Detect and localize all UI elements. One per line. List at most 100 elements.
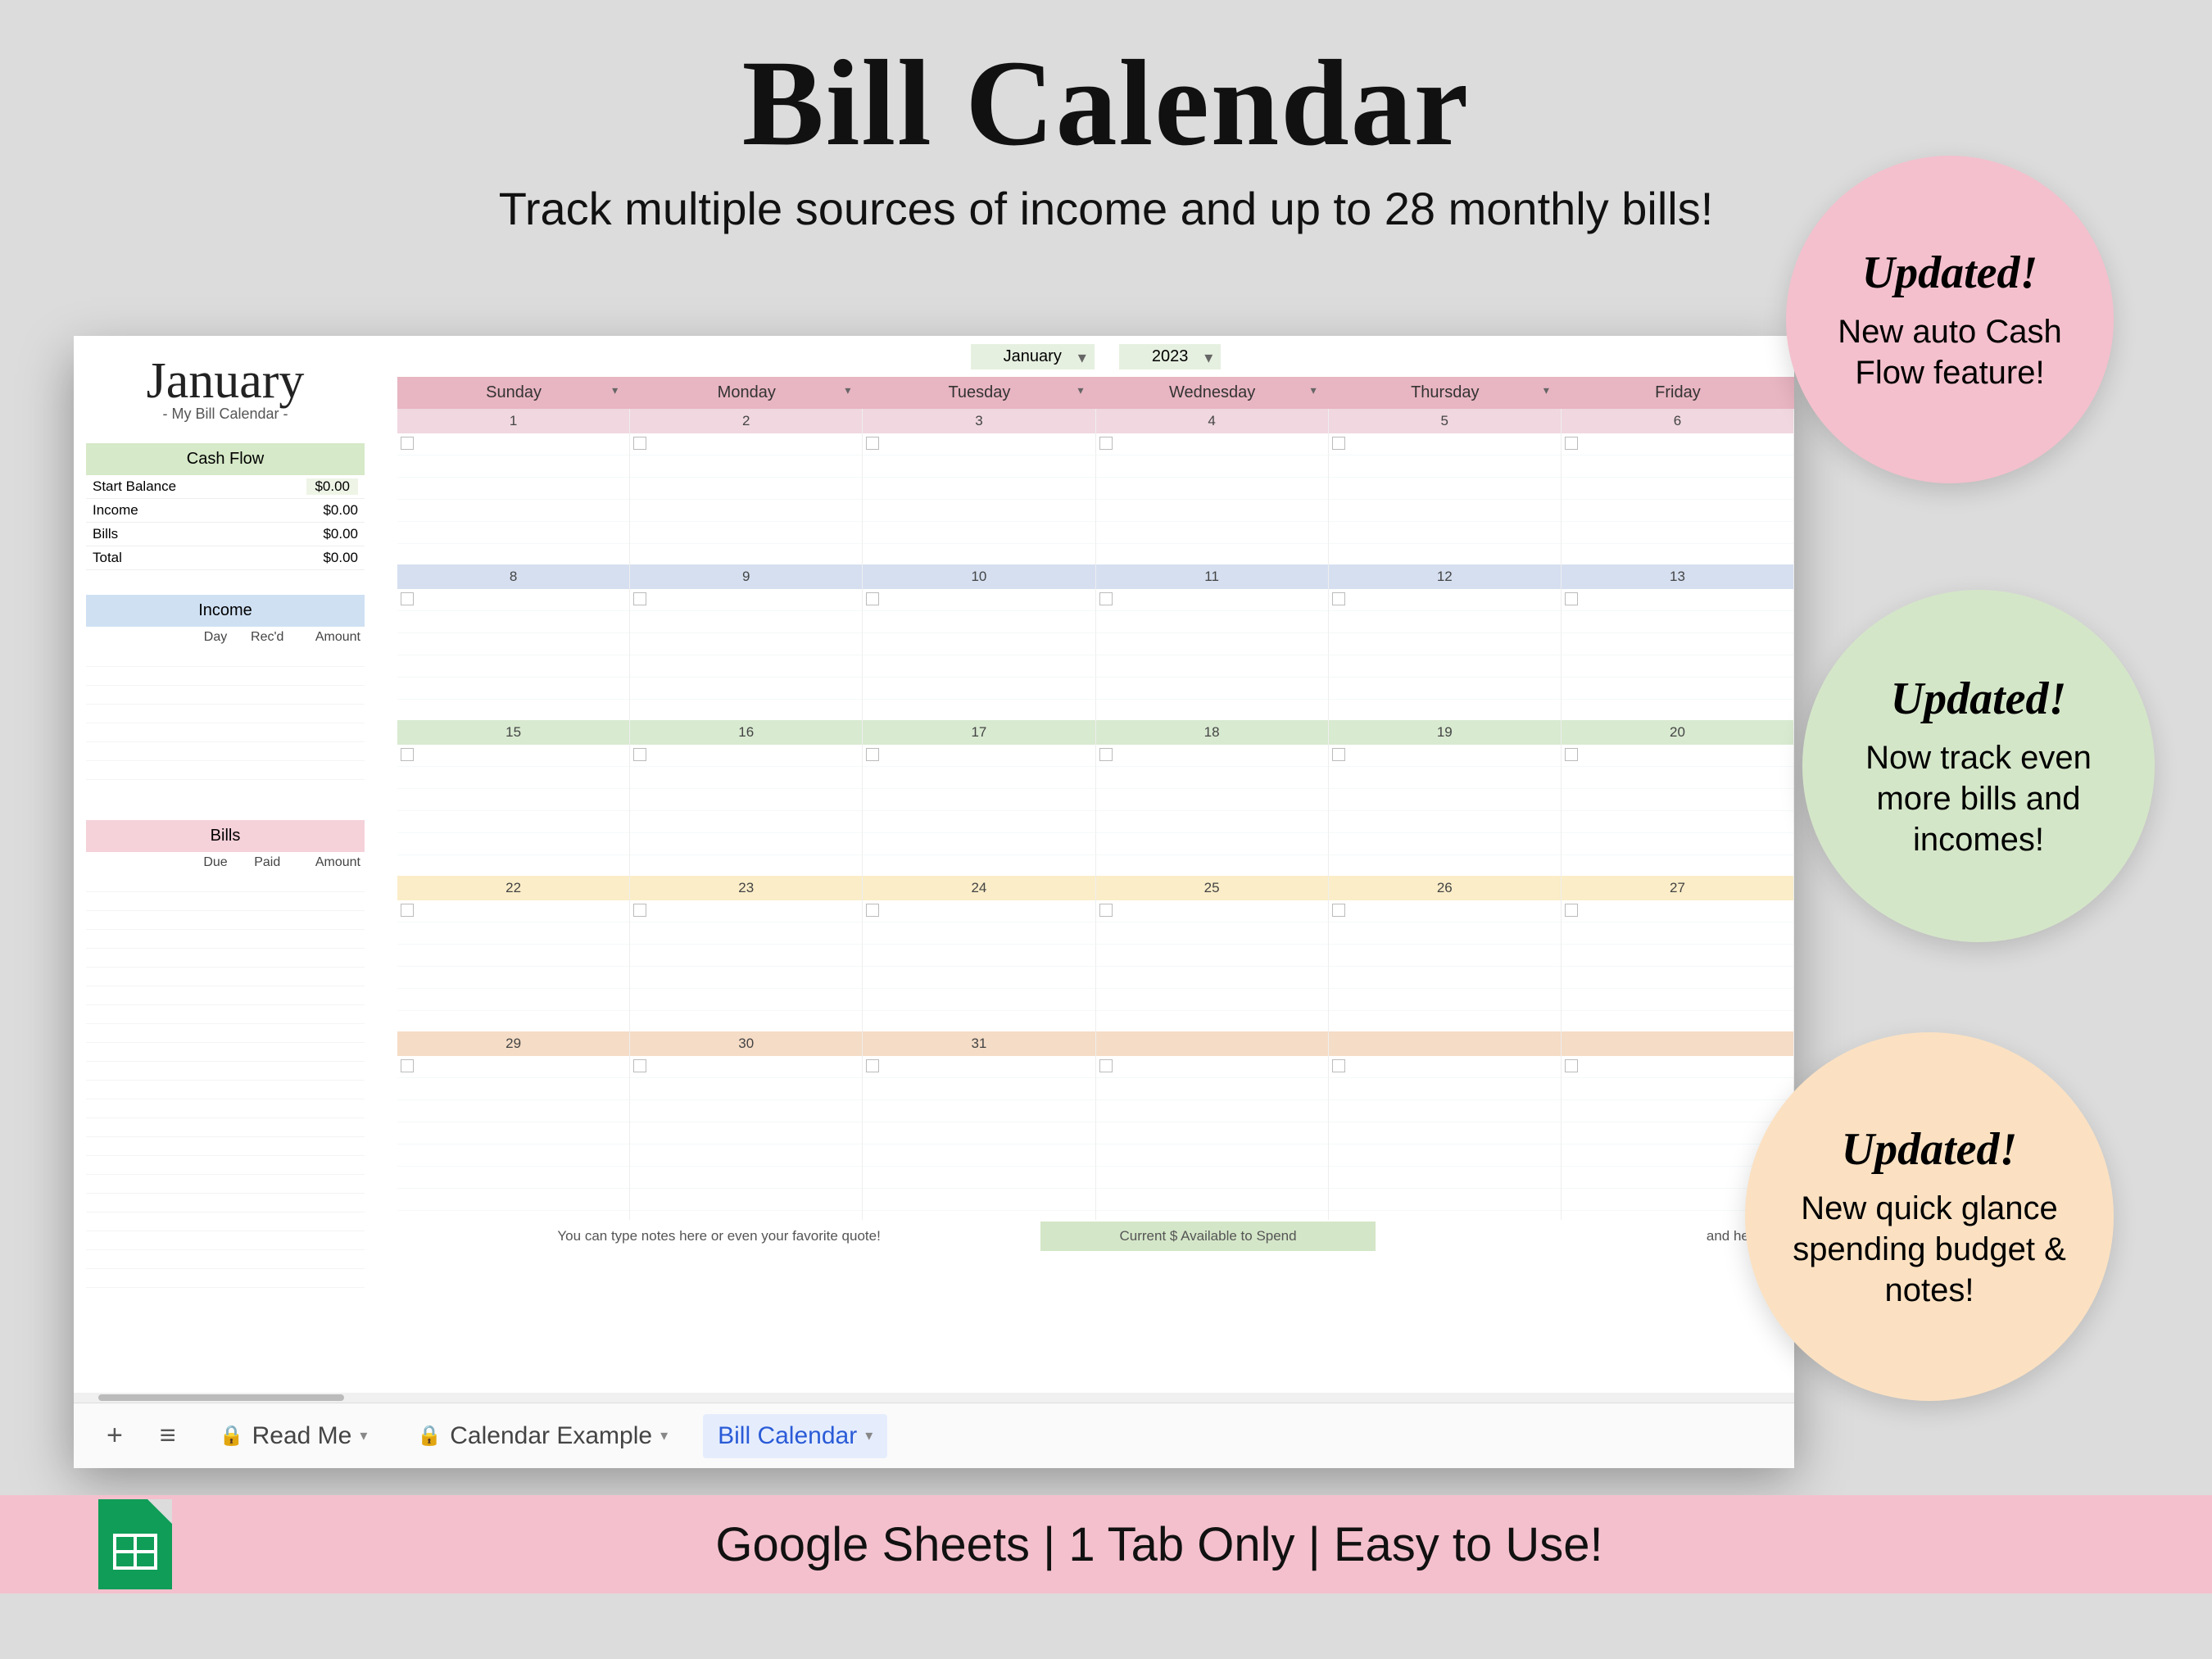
date-cell[interactable]: 24 (863, 876, 1095, 900)
calendar-cell[interactable] (863, 589, 1095, 720)
day-fri[interactable]: Friday (1562, 377, 1794, 409)
promo-badge-cashflow: Updated! New auto Cash Flow feature! (1786, 156, 2114, 483)
day-mon[interactable]: Monday (630, 377, 863, 409)
calendar-cell[interactable] (1096, 745, 1329, 876)
calendar-cell[interactable] (630, 433, 863, 564)
calendar-cell[interactable] (397, 1056, 630, 1220)
all-sheets-button[interactable]: ≡ (152, 1420, 184, 1452)
date-cell[interactable]: 18 (1096, 720, 1329, 745)
sheet-tabs: + ≡ 🔒 Read Me ▾ 🔒 Calendar Example ▾ Bil… (74, 1403, 1794, 1468)
calendar-cell[interactable] (630, 745, 863, 876)
calendar-cell[interactable] (1562, 900, 1794, 1031)
date-cell[interactable]: 22 (397, 876, 630, 900)
tab-label: Bill Calendar (718, 1422, 857, 1450)
calendar-cell[interactable] (1096, 900, 1329, 1031)
calendar-cell[interactable] (863, 745, 1095, 876)
calendar-cell[interactable] (863, 433, 1095, 564)
date-cell[interactable] (1329, 1031, 1562, 1056)
date-cell[interactable]: 25 (1096, 876, 1329, 900)
badge-title: Updated! (1842, 1123, 2018, 1176)
calendar-cell[interactable] (1096, 1056, 1329, 1220)
date-cell[interactable]: 30 (630, 1031, 863, 1056)
calendar-cell[interactable] (630, 900, 863, 1031)
cashflow-row-total: Total $0.00 (86, 546, 365, 570)
calendar-cell[interactable] (630, 589, 863, 720)
cashflow-row-start[interactable]: Start Balance $0.00 (86, 475, 365, 499)
calendar-cell[interactable] (1329, 433, 1562, 564)
note-hint-right[interactable]: and here (1376, 1228, 1794, 1244)
calendar-cell[interactable] (630, 1056, 863, 1220)
week-1: 123456 (397, 409, 1794, 564)
date-cell[interactable]: 11 (1096, 564, 1329, 589)
label: Start Balance (93, 478, 176, 495)
date-cell[interactable]: 19 (1329, 720, 1562, 745)
day-tue[interactable]: Tuesday (863, 377, 1095, 409)
date-cell[interactable]: 4 (1096, 409, 1329, 433)
horizontal-scrollbar[interactable] (74, 1393, 1794, 1403)
tab-read-me[interactable]: 🔒 Read Me ▾ (205, 1414, 383, 1458)
value[interactable]: $0.00 (306, 478, 358, 495)
date-cell[interactable] (1096, 1031, 1329, 1056)
day-sun[interactable]: Sunday (397, 377, 630, 409)
tab-calendar-example[interactable]: 🔒 Calendar Example ▾ (402, 1414, 682, 1458)
bills-rows[interactable] (86, 873, 365, 1299)
calendar-cell[interactable] (1096, 589, 1329, 720)
date-cell[interactable]: 16 (630, 720, 863, 745)
date-cell[interactable]: 31 (863, 1031, 1095, 1056)
chevron-down-icon[interactable]: ▾ (660, 1427, 668, 1444)
calendar-cell[interactable] (1562, 433, 1794, 564)
calendar-cell[interactable] (1562, 745, 1794, 876)
date-cell[interactable]: 26 (1329, 876, 1562, 900)
badge-text: New quick glance spending budget & notes… (1782, 1188, 2077, 1311)
chevron-down-icon[interactable]: ▾ (865, 1427, 873, 1444)
date-cell[interactable]: 9 (630, 564, 863, 589)
day-wed[interactable]: Wednesday (1096, 377, 1329, 409)
calendar-cell[interactable] (397, 589, 630, 720)
tab-bill-calendar[interactable]: Bill Calendar ▾ (703, 1414, 887, 1458)
date-cell[interactable]: 2 (630, 409, 863, 433)
date-cell[interactable]: 12 (1329, 564, 1562, 589)
value: $0.00 (323, 502, 358, 519)
cashflow-row-income: Income $0.00 (86, 499, 365, 523)
date-cell[interactable]: 27 (1562, 876, 1794, 900)
calendar-cell[interactable] (397, 745, 630, 876)
lock-icon: 🔒 (220, 1424, 244, 1448)
month-dropdown[interactable]: January (971, 344, 1095, 369)
date-cell[interactable]: 1 (397, 409, 630, 433)
note-hint-left[interactable]: You can type notes here or even your fav… (397, 1228, 1040, 1244)
chevron-down-icon[interactable]: ▾ (360, 1427, 367, 1444)
date-cell[interactable]: 20 (1562, 720, 1794, 745)
date-cell[interactable]: 3 (863, 409, 1095, 433)
week-3: 151617181920 (397, 720, 1794, 876)
date-cell[interactable]: 17 (863, 720, 1095, 745)
year-dropdown[interactable]: 2023 (1119, 344, 1222, 369)
income-rows[interactable] (86, 648, 365, 796)
promo-badge-bills: Updated! Now track even more bills and i… (1802, 590, 2155, 942)
add-sheet-button[interactable]: + (98, 1420, 131, 1452)
calendar-cell[interactable] (1329, 745, 1562, 876)
day-thu[interactable]: Thursday (1329, 377, 1562, 409)
date-cell[interactable]: 6 (1562, 409, 1794, 433)
date-cell[interactable]: 29 (397, 1031, 630, 1056)
calendar-cell[interactable] (1562, 589, 1794, 720)
google-sheets-icon (98, 1499, 172, 1589)
calendar-cell[interactable] (1096, 433, 1329, 564)
calendar-cell[interactable] (863, 1056, 1095, 1220)
date-row: 151617181920 (397, 720, 1794, 745)
calendar-cell[interactable] (1329, 900, 1562, 1031)
date-cell[interactable]: 10 (863, 564, 1095, 589)
calendar-cell[interactable] (1329, 1056, 1562, 1220)
date-cell[interactable]: 13 (1562, 564, 1794, 589)
label: Income (93, 502, 138, 519)
date-cell[interactable]: 5 (1329, 409, 1562, 433)
income-panel: Income Day Rec'd Amount (86, 595, 365, 796)
date-cell[interactable] (1562, 1031, 1794, 1056)
calendar-cell[interactable] (397, 433, 630, 564)
date-cell[interactable]: 15 (397, 720, 630, 745)
date-cell[interactable]: 23 (630, 876, 863, 900)
calendar-cell[interactable] (863, 900, 1095, 1031)
calendar-cell[interactable] (1329, 589, 1562, 720)
date-cell[interactable]: 8 (397, 564, 630, 589)
calendar-cell[interactable] (397, 900, 630, 1031)
date-row: 293031 (397, 1031, 1794, 1056)
